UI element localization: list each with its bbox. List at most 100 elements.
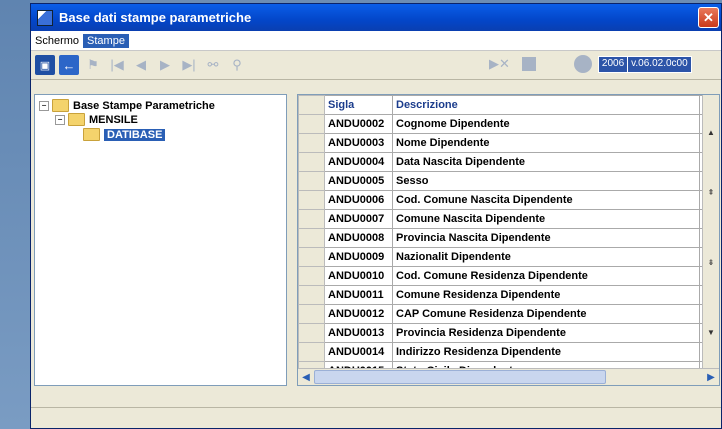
tree-node-root[interactable]: − Base Stampe Parametriche [39,99,215,112]
cell-descrizione[interactable]: Cod. Comune Nascita Dipendente [392,190,700,210]
circle-icon[interactable] [573,55,592,73]
cell-descrizione[interactable]: Nome Dipendente [392,133,700,153]
first-icon[interactable]: |◀ [107,55,127,75]
cell-sigla[interactable]: ANDU0005 [324,171,393,191]
cell-sigla[interactable]: ANDU0008 [324,228,393,248]
menu-bar: Schermo Stampe [31,31,721,51]
cell-descrizione[interactable]: Indirizzo Residenza Dipendente [392,342,700,362]
row-header[interactable] [298,342,325,362]
menu-stampe[interactable]: Stampe [83,33,129,48]
close-button[interactable]: ✕ [698,7,719,28]
cell-descrizione[interactable]: Data Nascita Dipendente [392,152,700,172]
row-header[interactable] [298,190,325,210]
table-row[interactable]: ANDU0009 Nazionalit Dipendente [298,247,707,267]
cell-sigla[interactable]: ANDU0011 [324,285,393,305]
window-title: Base dati stampe parametriche [59,10,252,25]
year-label: 2006 [597,55,629,73]
row-header[interactable] [298,304,325,324]
tree-node-mensile[interactable]: − MENSILE [55,113,138,126]
bookmark-icon[interactable]: ⚑ [83,55,103,75]
scroll-down-icon[interactable]: ▼ [704,325,718,339]
table-row[interactable]: ANDU0014 Indirizzo Residenza Dipendente [298,342,707,362]
binoculars-icon[interactable]: ⚯ [203,55,223,75]
row-header[interactable] [298,266,325,286]
data-grid[interactable]: Sigla Descrizione ANDU0002 Cognome Dipend… [297,94,720,386]
table-row[interactable]: ANDU0006 Cod. Comune Nascita Dipendente [298,190,707,210]
column-header-descrizione[interactable]: Descrizione [392,95,700,115]
cell-descrizione[interactable]: CAP Comune Residenza Dipendente [392,304,700,324]
cell-sigla[interactable]: ANDU0002 [324,114,393,134]
page-up-icon[interactable]: ⇞ [704,185,718,199]
tree-node-label: Base Stampe Parametriche [73,99,215,112]
skip-icon[interactable]: ▶✕ [489,56,510,72]
table-row[interactable]: ANDU0003 Nome Dipendente [298,133,707,153]
cell-descrizione[interactable]: Comune Residenza Dipendente [392,285,700,305]
next-icon[interactable]: ▶ [155,55,175,75]
cell-descrizione[interactable]: Provincia Nascita Dipendente [392,228,700,248]
app-icon [37,9,53,26]
collapse-icon[interactable]: − [55,114,65,125]
table-row[interactable]: ANDU0011 Comune Residenza Dipendente [298,285,707,305]
folder-icon [68,113,85,126]
version-label: v.06.02.0c00 [628,55,692,73]
cell-sigla[interactable]: ANDU0010 [324,266,393,286]
scroll-right-icon[interactable]: ▶ [703,369,719,385]
cell-sigla[interactable]: ANDU0009 [324,247,393,267]
row-header[interactable] [298,285,325,305]
table-row[interactable]: ANDU0007 Comune Nascita Dipendente [298,209,707,229]
cell-sigla[interactable]: ANDU0004 [324,152,393,172]
cell-sigla[interactable]: ANDU0003 [324,133,393,153]
table-row[interactable]: ANDU0002 Cognome Dipendente [298,114,707,134]
back-icon[interactable]: ← [59,55,79,75]
horizontal-scrollbar[interactable]: ◀ ▶ [298,368,719,385]
title-bar[interactable]: Base dati stampe parametriche ✕ [31,4,721,31]
menu-schermo[interactable]: Schermo [31,34,83,48]
table-row[interactable]: ANDU0005 Sesso [298,171,707,191]
row-header[interactable] [298,171,325,191]
row-header[interactable] [298,114,325,134]
row-header[interactable] [298,323,325,343]
grid-table: Sigla Descrizione ANDU0002 Cognome Dipend… [298,95,707,381]
folder-icon [52,99,69,112]
cell-descrizione[interactable]: Nazionalit Dipendente [392,247,700,267]
row-header-corner [298,95,325,115]
app-window: Base dati stampe parametriche ✕ Schermo … [30,3,722,429]
scroll-thumb[interactable] [314,370,606,384]
cell-descrizione[interactable]: Comune Nascita Dipendente [392,209,700,229]
cell-sigla[interactable]: ANDU0006 [324,190,393,210]
table-row[interactable]: ANDU0013 Provincia Residenza Dipendente [298,323,707,343]
table-row[interactable]: ANDU0004 Data Nascita Dipendente [298,152,707,172]
column-header-sigla[interactable]: Sigla [324,95,393,115]
cell-sigla[interactable]: ANDU0012 [324,304,393,324]
stop-icon[interactable] [521,57,536,71]
cell-descrizione[interactable]: Cod. Comune Residenza Dipendente [392,266,700,286]
table-row[interactable]: ANDU0012 CAP Comune Residenza Dipendente [298,304,707,324]
tree-view[interactable]: − Base Stampe Parametriche − MENSILE DAT… [34,94,287,386]
row-header[interactable] [298,133,325,153]
tree-node-label: MENSILE [89,113,138,126]
prev-icon[interactable]: ◀ [131,55,151,75]
page-down-icon[interactable]: ⇟ [704,255,718,269]
tree-node-datibase[interactable]: DATIBASE [83,128,166,141]
row-header[interactable] [298,152,325,172]
cell-sigla[interactable]: ANDU0013 [324,323,393,343]
cell-descrizione[interactable]: Cognome Dipendente [392,114,700,134]
desktop-background [0,0,30,429]
cell-descrizione[interactable]: Sesso [392,171,700,191]
collapse-icon[interactable]: − [39,100,49,111]
toolbar: ▣ ← ⚑ |◀ ◀ ▶ ▶| ⚯ ⚲ ▶✕ 2006 v.06.02.0c00 [31,51,721,80]
cell-sigla[interactable]: ANDU0014 [324,342,393,362]
table-row[interactable]: ANDU0008 Provincia Nascita Dipendente [298,228,707,248]
last-icon[interactable]: ▶| [179,55,199,75]
scroll-left-icon[interactable]: ◀ [298,369,314,385]
save-icon[interactable]: ▣ [35,55,55,75]
vertical-scrollbar[interactable]: ▲ ⇞ ⇟ ▼ [702,95,719,369]
search-icon[interactable]: ⚲ [227,55,247,75]
scroll-up-icon[interactable]: ▲ [704,125,718,139]
cell-sigla[interactable]: ANDU0007 [324,209,393,229]
table-row[interactable]: ANDU0010 Cod. Comune Residenza Dipendente [298,266,707,286]
cell-descrizione[interactable]: Provincia Residenza Dipendente [392,323,700,343]
row-header[interactable] [298,247,325,267]
row-header[interactable] [298,228,325,248]
row-header[interactable] [298,209,325,229]
